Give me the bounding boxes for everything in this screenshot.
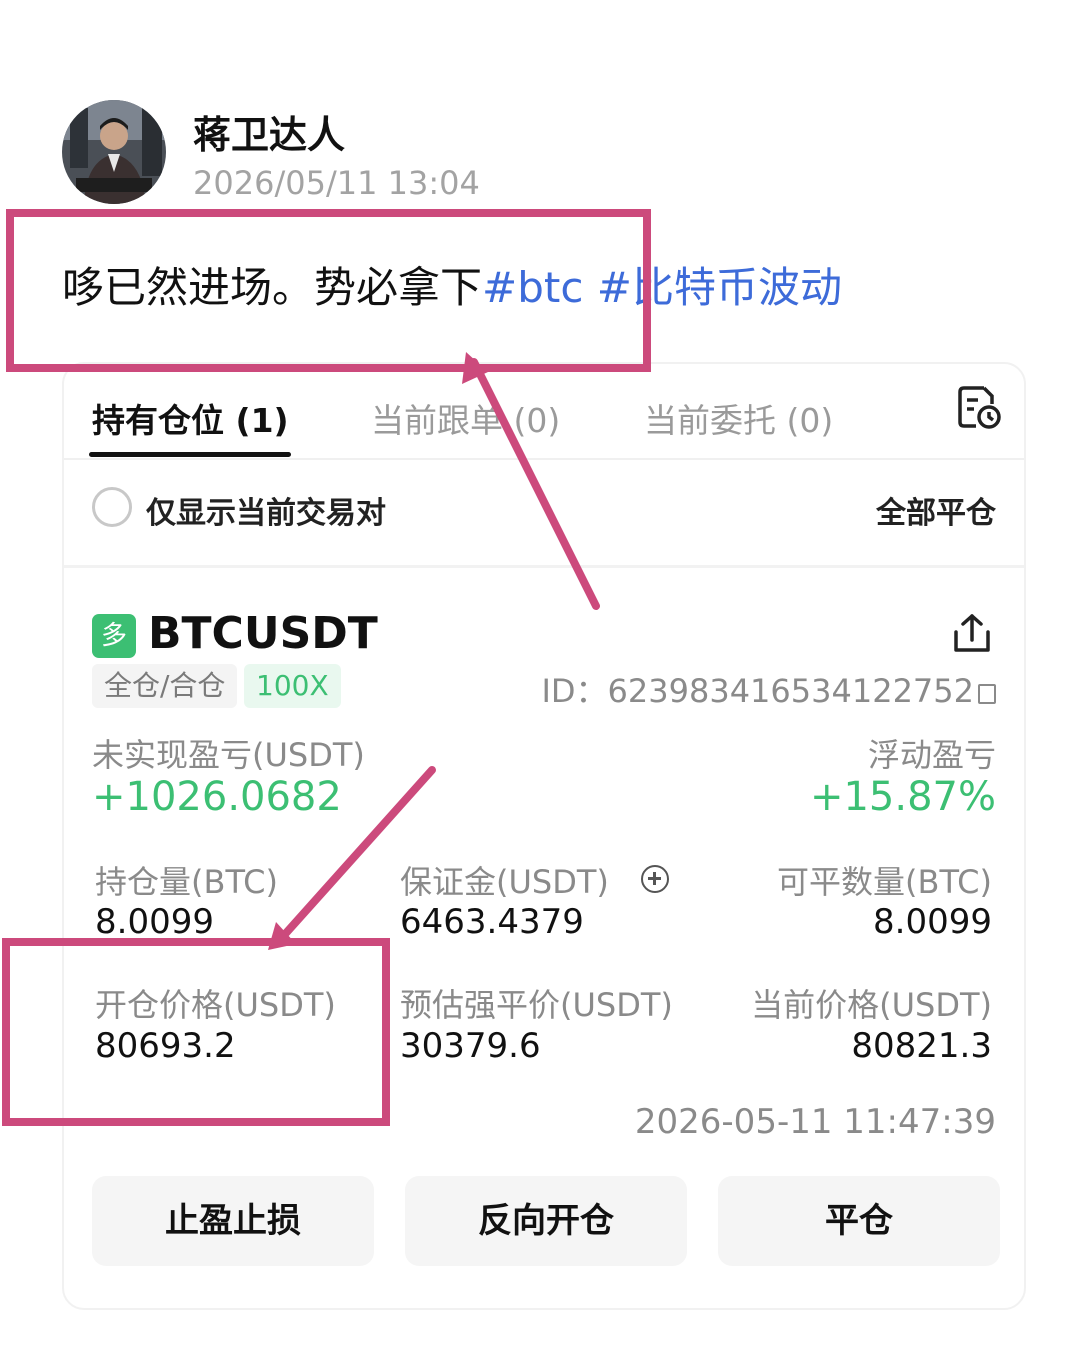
current-pair-radio[interactable] (92, 487, 132, 527)
username[interactable]: 蒋卫达人 (193, 104, 345, 159)
position-card: 持有仓位 (1) 当前跟单 (0) 当前委托 (0) 仅显示当前交易对 全部平仓… (62, 362, 1026, 1310)
post-timestamp: 2026/05/11 13:04 (193, 164, 480, 202)
liquidation-price-label: 预估强平价(USDT) (400, 986, 673, 1024)
open-time: 2026-05-11 11:47:39 (634, 1102, 996, 1142)
float-pnl-label: 浮动盈亏 (867, 736, 996, 774)
hashtag-btc[interactable]: #btc (482, 263, 583, 312)
active-tab-indicator (89, 452, 291, 457)
position-id-value: 623983416534122752 (607, 672, 974, 710)
long-side-badge: 多 (92, 614, 136, 658)
margin-mode-tag: 全仓/合仓 (92, 664, 238, 708)
add-margin-icon[interactable] (640, 865, 669, 893)
post-body: 哆已然进场。势必拿下 (62, 263, 483, 312)
mark-price-label: 当前价格(USDT) (751, 986, 992, 1024)
post-text: 哆已然进场。势必拿下#btc #比特币波动 (62, 254, 842, 315)
liquidation-price-value: 30379.6 (400, 1026, 541, 1066)
tab-open-positions[interactable]: 持有仓位 (1) (92, 394, 289, 442)
margin-label-text: 保证金(USDT) (400, 863, 609, 901)
margin-label: 保证金(USDT) (400, 857, 669, 903)
close-all-button[interactable]: 全部平仓 (876, 488, 996, 532)
position-id-label: ID： (541, 672, 608, 710)
close-position-button[interactable]: 平仓 (718, 1176, 1000, 1266)
position-id: ID：623983416534122752 (541, 666, 996, 712)
reverse-position-button[interactable]: 反向开仓 (405, 1176, 687, 1266)
position-size-label: 持仓量(BTC) (95, 863, 278, 901)
margin-value: 6463.4379 (400, 902, 584, 942)
tab-open-orders[interactable]: 当前委托 (0) (644, 394, 833, 442)
mark-price-value: 80821.3 (851, 1026, 992, 1066)
entry-price-value: 80693.2 (95, 1026, 236, 1066)
entry-price-label: 开仓价格(USDT) (95, 986, 336, 1024)
symbol[interactable]: BTCUSDT (148, 608, 378, 659)
closable-size-label: 可平数量(BTC) (777, 863, 992, 901)
unrealized-pnl-label: 未实现盈亏(USDT) (92, 736, 365, 774)
leverage-tag: 100X (244, 664, 341, 708)
current-pair-filter-label[interactable]: 仅显示当前交易对 (146, 488, 386, 532)
tab-copy-trades[interactable]: 当前跟单 (0) (371, 394, 560, 442)
hashtag-btc-volatility[interactable]: #比特币波动 (597, 263, 842, 312)
history-icon[interactable] (954, 382, 1004, 432)
position-tabs: 持有仓位 (1) 当前跟单 (0) 当前委托 (0) (64, 364, 1024, 460)
position-size-value: 8.0099 (95, 902, 214, 942)
avatar[interactable] (62, 100, 166, 204)
unrealized-pnl-value: +1026.0682 (92, 774, 342, 820)
copy-icon[interactable] (978, 684, 996, 704)
float-pnl-value: +15.87% (809, 774, 996, 820)
tpsl-button[interactable]: 止盈止损 (92, 1176, 374, 1266)
filter-row: 仅显示当前交易对 全部平仓 (64, 460, 1024, 568)
closable-size-value: 8.0099 (873, 902, 992, 942)
share-icon[interactable] (950, 612, 994, 656)
